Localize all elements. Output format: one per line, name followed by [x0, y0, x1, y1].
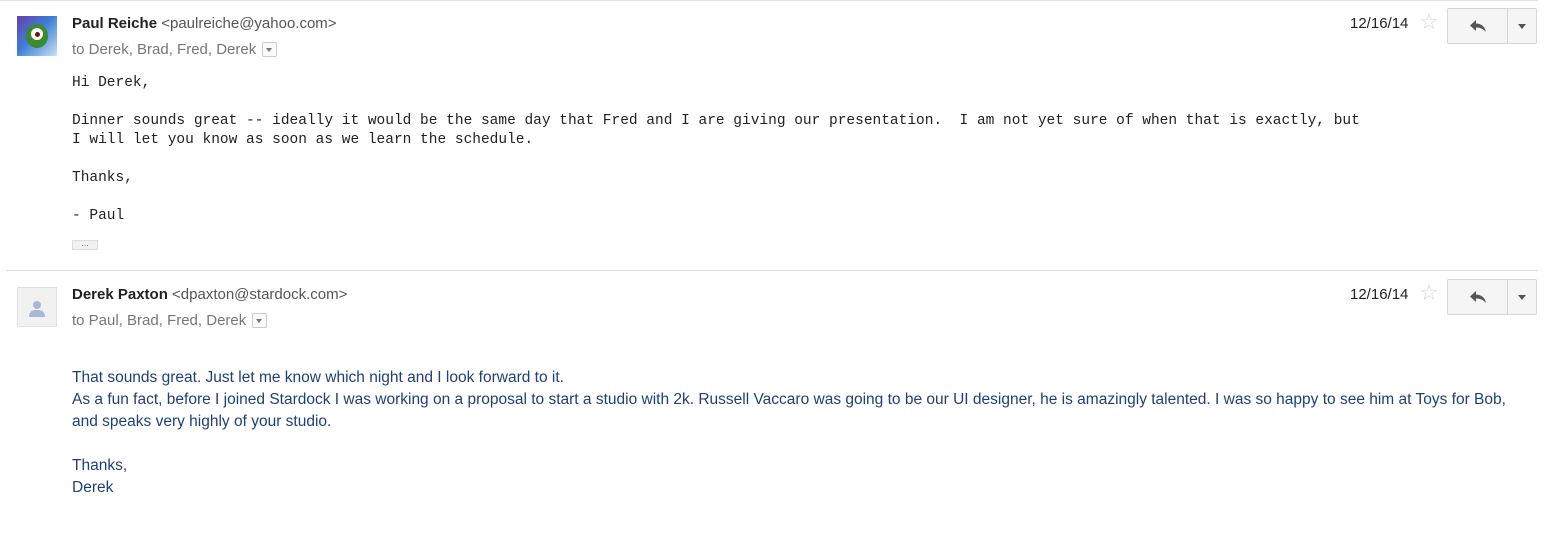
sender-email: <paulreiche@yahoo.com> — [161, 15, 337, 32]
body-paragraph: As a fun fact, before I joined Stardock … — [72, 391, 1506, 430]
sender-line: Paul Reiche <paulreiche@yahoo.com> — [72, 15, 337, 32]
recipients-line: to Paul, Brad, Fred, Derek — [72, 312, 268, 329]
reply-arrow-icon — [1469, 20, 1486, 32]
body-line — [72, 93, 1360, 112]
star-outline-icon[interactable]: ☆ — [1419, 11, 1439, 33]
body-paragraph: That sounds great. Just let me know whic… — [72, 369, 564, 386]
body-line: Hi Derek, — [72, 75, 151, 91]
sender-line: Derek Paxton <dpaxton@stardock.com> — [72, 286, 347, 303]
body-line: - Paul — [72, 208, 125, 224]
reply-arrow-icon — [1469, 291, 1486, 303]
sender-email: <dpaxton@stardock.com> — [172, 286, 348, 303]
more-actions-button[interactable] — [1508, 9, 1536, 43]
message-date[interactable]: 12/16/14 — [1350, 286, 1408, 303]
sender-name[interactable]: Derek Paxton — [72, 286, 168, 303]
reply-button[interactable] — [1448, 9, 1509, 43]
dropdown-caret-icon — [1518, 294, 1527, 300]
body-line: Dinner sounds great -- ideally it would … — [72, 113, 1360, 129]
sender-avatar[interactable] — [17, 16, 57, 56]
default-avatar-icon[interactable] — [17, 287, 57, 327]
star-outline-icon[interactable]: ☆ — [1419, 282, 1439, 304]
body-line — [72, 188, 1360, 207]
message-date[interactable]: 12/16/14 — [1350, 15, 1408, 32]
signature-text: Derek — [72, 479, 114, 496]
dropdown-caret-icon — [1518, 23, 1527, 29]
email-message-derek: Derek Paxton <dpaxton@stardock.com> to P… — [0, 271, 1545, 542]
show-details-caret-icon[interactable] — [262, 42, 278, 57]
signoff-text: Thanks, — [72, 457, 128, 474]
sender-name[interactable]: Paul Reiche — [72, 15, 157, 32]
reply-button[interactable] — [1448, 280, 1509, 314]
body-line — [72, 150, 1360, 169]
recipients-line: to Derek, Brad, Fred, Derek — [72, 41, 278, 58]
body-line: I will let you know as soon as we learn … — [72, 132, 534, 148]
more-actions-button[interactable] — [1508, 280, 1536, 314]
message-body: That sounds great. Just let me know whic… — [72, 367, 1522, 499]
show-details-caret-icon[interactable] — [252, 313, 268, 328]
email-message-paul: Paul Reiche <paulreiche@yahoo.com> to De… — [0, 0, 1545, 270]
show-trimmed-content-button[interactable]: ... — [72, 239, 98, 250]
body-line: Thanks, — [72, 170, 133, 186]
reply-button-group — [1447, 8, 1537, 44]
recipients-text: to Paul, Brad, Fred, Derek — [72, 312, 247, 329]
message-body: Hi Derek, Dinner sounds great -- ideally… — [72, 74, 1360, 226]
recipients-text: to Derek, Brad, Fred, Derek — [72, 41, 257, 58]
reply-button-group — [1447, 279, 1537, 315]
